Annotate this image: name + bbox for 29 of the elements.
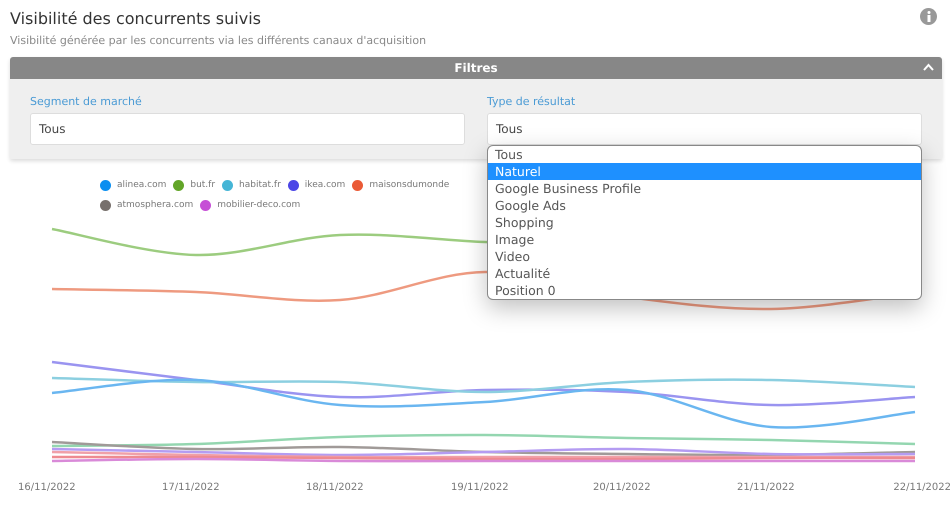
legend-label[interactable]: habitat.fr	[239, 179, 281, 192]
select-field[interactable]: Tous	[30, 113, 465, 145]
field-label: Type de résultat	[487, 95, 576, 109]
field-label: Segment de marché	[30, 95, 143, 109]
axis-label: 16/11/2022	[18, 481, 76, 495]
axis-label: 17/11/2022	[162, 481, 220, 495]
section-title: Visibilité des concurrents suivis	[10, 8, 262, 30]
dropdown-option[interactable]: Google Ads	[488, 197, 921, 214]
chevron-icon[interactable]	[923, 63, 934, 71]
dropdown-option[interactable]: Tous	[488, 146, 921, 163]
info-icon[interactable]	[920, 8, 937, 25]
axis-label: 22/11/2022	[893, 481, 951, 495]
legend-label[interactable]: atmosphera.com	[117, 198, 194, 212]
select-field[interactable]: Tous	[487, 113, 922, 145]
legend-label[interactable]: maisonsdumonde	[369, 179, 450, 192]
dropdown-option[interactable]: Position 0	[488, 282, 921, 299]
filters-header[interactable]: Filtres	[10, 57, 942, 79]
axis-label: 21/11/2022	[737, 481, 795, 495]
dropdown-option[interactable]: Actualité	[488, 265, 921, 282]
legend-label[interactable]: alinea.com	[117, 179, 166, 192]
axis-label: 18/11/2022	[306, 481, 364, 495]
legend-label[interactable]: ikea.com	[304, 179, 346, 192]
axis-label: 20/11/2022	[593, 481, 651, 495]
section-subtitle: Visibilité générée par les concurrents via les différents canaux d'acquisition	[10, 33, 426, 49]
dropdown-option[interactable]: Shopping	[488, 214, 921, 231]
axis-label: 19/11/2022	[451, 481, 509, 495]
dropdown-option[interactable]: Google Business Profile	[488, 180, 921, 197]
legend-label[interactable]: but.fr	[190, 179, 216, 192]
legend-label[interactable]: mobilier-deco.com	[217, 198, 300, 212]
